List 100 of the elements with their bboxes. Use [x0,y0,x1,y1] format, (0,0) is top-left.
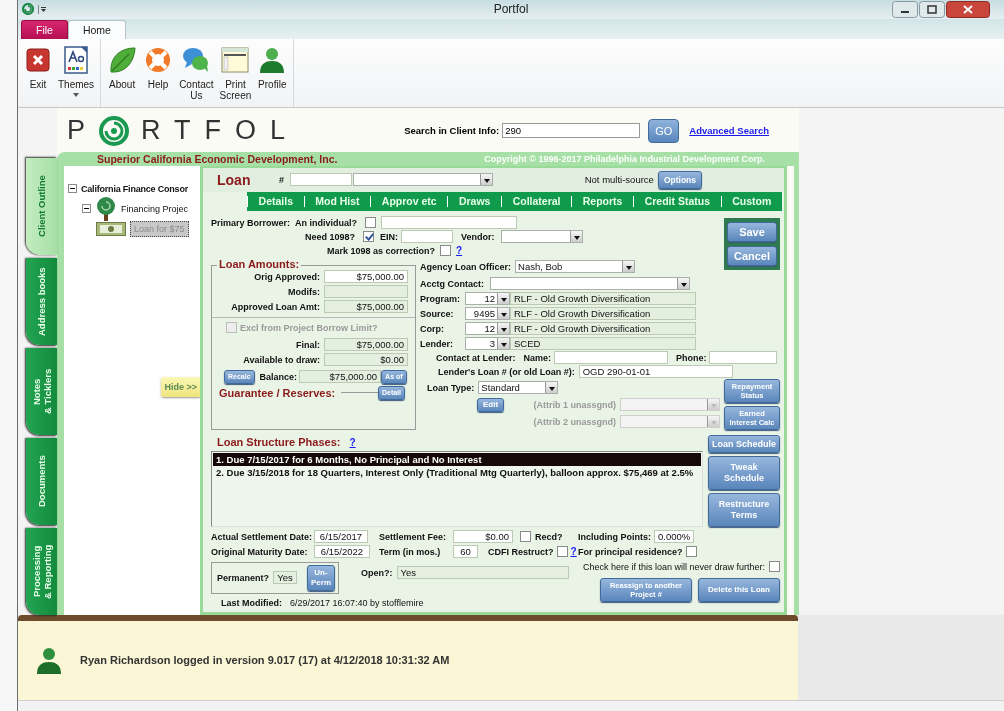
app-icon [22,3,34,16]
list-item[interactable]: 2. Due 3/15/2018 for 18 Quarters, Interest Only (Traditional Mtg Quarterly), balloon approx. $75,469 at 2.5% [213,465,701,479]
search-field[interactable]: 290 [502,123,641,139]
checkbox[interactable] [769,561,780,573]
checkbox[interactable] [520,531,531,543]
dropdown-field[interactable] [500,230,583,244]
field-label: Primary Borrower: [211,217,291,228]
amount-field[interactable] [324,285,408,299]
collapse-icon[interactable] [82,204,91,214]
nav-tab[interactable]: Approv etc [370,195,448,207]
text-field[interactable]: $0.00 [453,530,513,544]
text-field[interactable]: RLF - Old Growth Diversification [510,292,696,306]
text-field[interactable]: Yes [396,566,569,580]
logo-text: RTFOL [141,115,300,147]
ribbon-button[interactable]: Exit [22,44,54,90]
text-field[interactable]: RLF - Old Growth Diversification [510,322,696,336]
ein-field[interactable] [401,230,454,244]
ribbon-button[interactable]: Themes [56,44,97,97]
money-icon [96,221,126,236]
list-item[interactable]: 1. Due 7/15/2017 for 6 Months, No Principal and No Interest [213,452,701,466]
field-label: 6/29/2017 16:07:40 by stofflemire [290,597,424,608]
checkbox[interactable] [363,231,375,243]
dropdown-field[interactable] [490,277,690,291]
ribbon-tab[interactable]: File [21,19,68,39]
field-label: CDFI Restruct? [488,546,554,557]
caret-icon [73,92,80,97]
dialog-title: Loan [217,171,252,188]
field-label: Recd? [535,531,563,542]
ribbon-button[interactable]: Print Screen [217,44,254,101]
checkbox[interactable] [440,245,452,257]
ribbon-button[interactable]: Profile [255,44,290,90]
hide-button[interactable]: Hide >> [161,376,200,397]
balance-field[interactable]: $75,000.00 [299,370,382,384]
field-label: Need 1098? [305,231,356,242]
ribbon-button[interactable]: Contact Us [177,44,216,101]
advanced-search-link[interactable]: Advanced Search [689,125,769,137]
field-label: Settlement Fee: [379,531,448,542]
borrower-field[interactable] [381,216,518,230]
side-tab[interactable]: Processing & Reporting [26,527,57,615]
ribbon-button[interactable]: Help [141,44,176,90]
nav-tab[interactable]: Credit Status [633,195,721,207]
text-field[interactable]: Yes [273,571,297,585]
text-field[interactable]: 0.000% [654,530,694,544]
organization-name: Superior California Economic Development, Inc. [97,152,338,165]
dropdown-field[interactable]: 9495 [465,307,510,321]
checkbox[interactable] [365,217,377,229]
tree-item[interactable]: California Finance Consor [81,183,189,194]
field-label: Available to draw: [242,354,320,365]
collapse-icon[interactable] [68,184,77,194]
side-tab[interactable]: Documents [26,437,57,525]
field-label: Final: [295,339,320,350]
caret-icon [497,338,509,350]
field-label: Open?: [361,567,393,578]
text-field[interactable]: OGD 290-01-01 [578,365,733,379]
field-label: (Attrib 2 unassgnd) [533,416,616,427]
ribbon-button[interactable]: About [105,44,140,90]
checkbox[interactable] [685,546,697,558]
side-tab[interactable]: Address books [26,257,57,345]
text-field[interactable]: 60 [453,545,478,559]
field-label: Original Maturity Date: [211,546,309,557]
amount-field[interactable]: $75,000.00 [324,338,408,352]
amount-field[interactable]: $75,000.00 [324,300,408,314]
phone-field[interactable] [708,351,777,365]
field-label: Last Modified: [221,597,282,608]
tree-item[interactable]: Financing Projec [121,203,189,214]
field-label: Balance: [259,371,298,382]
nav-tab[interactable]: Collateral [501,195,572,207]
dropdown-field[interactable] [620,415,720,429]
field-label: Including Points: [578,531,651,542]
text-field[interactable]: SCED [510,337,696,351]
name-field[interactable] [554,351,669,365]
nav-tab[interactable]: Draws [447,195,502,207]
help-link[interactable]: ? [456,245,463,257]
screen-icon [220,44,251,75]
dropdown-field[interactable] [620,398,720,412]
checkbox[interactable] [556,546,568,558]
dropdown-field[interactable]: 12 [465,292,510,306]
search-label: Search in Client Info: [404,125,500,137]
caret-icon [497,323,509,335]
side-tab[interactable]: Notes & Ticklers [26,347,57,435]
leaf-icon [107,44,138,75]
caret-icon [707,416,719,428]
amount-field[interactable]: $75,000.00 [324,270,408,284]
dropdown-field[interactable]: Nash, Bob [515,260,635,274]
dropdown-field[interactable] [353,173,493,187]
dropdown-field[interactable]: Standard [478,381,559,395]
dropdown-field[interactable]: 3 [465,337,510,351]
help-link[interactable]: ? [570,546,577,558]
text-field[interactable]: 6/15/2017 [314,530,368,544]
field-label: Actual Settlement Date: [211,531,314,542]
maximize-icon [919,0,945,18]
text-field[interactable]: 6/15/2022 [314,545,370,559]
ribbon-tab[interactable]: Home [67,19,126,39]
caret-icon [622,261,634,273]
amount-field[interactable]: $0.00 [324,353,408,367]
dropdown-field[interactable]: 12 [465,322,510,336]
loan-number-field[interactable] [290,173,352,187]
text-field[interactable]: RLF - Old Growth Diversification [510,307,696,321]
side-tab[interactable]: Client Outline [26,157,57,255]
help-link[interactable]: ? [349,436,356,448]
